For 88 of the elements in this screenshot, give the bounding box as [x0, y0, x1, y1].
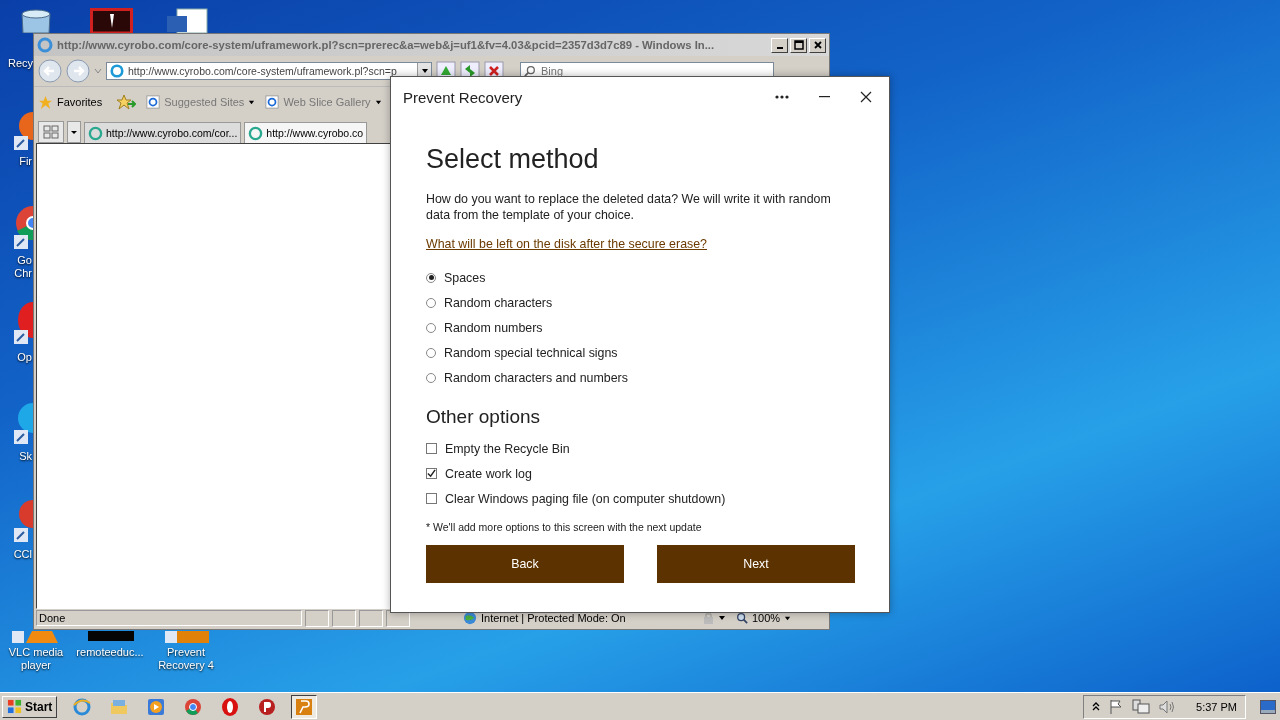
checkbox[interactable] [426, 468, 437, 479]
app-icon[interactable] [90, 8, 133, 33]
minimize-icon[interactable] [819, 96, 830, 98]
maximize-icon [793, 40, 804, 50]
icon-label: Recovery 4 [158, 659, 214, 672]
option-label: Random numbers [444, 320, 543, 335]
forward-button[interactable] [66, 59, 90, 83]
app-icon [146, 696, 167, 717]
app-icon [257, 696, 278, 717]
app-icon[interactable] [14, 498, 33, 544]
minimize-button[interactable] [771, 37, 788, 53]
option-label: Clear Windows paging file (on computer shutdown) [445, 491, 726, 506]
description: How do you want to replace the deleted data? We will write it with random data from the template of your choice. [426, 191, 832, 223]
icon-label: remoteeduc... [76, 646, 144, 659]
app-icon [294, 696, 315, 717]
caret-icon [248, 98, 256, 106]
nav-button[interactable]: Next [657, 545, 855, 583]
browser-tab[interactable]: http://www.cyrobo.com/cor... [84, 122, 242, 143]
option-label: Empty the Recycle Bin [445, 441, 570, 456]
close-button[interactable] [809, 37, 826, 53]
icon-label: Go [17, 254, 32, 267]
ring-icon [110, 64, 124, 78]
app-icon[interactable] [14, 300, 33, 346]
caret-icon [374, 98, 382, 106]
more-icon[interactable] [775, 95, 789, 99]
zoom-button[interactable]: 100% [736, 612, 792, 624]
status-text: Done [36, 610, 302, 626]
trash-icon[interactable] [18, 8, 54, 33]
option-label: Random characters and numbers [444, 370, 628, 385]
app-icon[interactable] [14, 400, 33, 446]
icon-label: VLC media [8, 646, 64, 659]
status-pane [305, 609, 329, 627]
ring-icon [37, 37, 53, 53]
icon-label: Chr [14, 267, 32, 280]
check-icon [427, 469, 436, 478]
add-favorite-icon[interactable] [116, 94, 137, 110]
option-label: Create work log [445, 466, 532, 481]
close-icon[interactable] [860, 91, 872, 103]
address-field[interactable]: http://www.cyrobo.com/core-system/uframework.pl?scn=p [106, 62, 432, 80]
magnifier-icon [736, 612, 748, 624]
star-icon [38, 94, 53, 110]
icon-label: player [21, 659, 51, 672]
minimize-icon [776, 47, 783, 49]
window-title: http://www.cyrobo.com/core-system/uframework.pl?scn=prerec&a=web&j=uf1&fv=4.03&pcid=2357d3d7c89 - Windows In... [57, 39, 716, 51]
show-desktop-icon[interactable] [1260, 699, 1276, 714]
icon-label: CCl [13, 548, 32, 561]
document-icon[interactable] [165, 8, 210, 33]
page-icon [146, 95, 161, 109]
option-label: Random characters [444, 295, 553, 310]
page-icon [265, 95, 280, 109]
ring-icon [248, 125, 264, 141]
window-title: Prevent Recovery [403, 88, 524, 106]
favorites-button[interactable]: Favorites [38, 94, 103, 110]
volume-icon[interactable] [1158, 698, 1177, 715]
ring-icon [88, 125, 103, 141]
option-label: Random special technical signs [444, 345, 618, 360]
footnote: * We'll add more options to this screen with the next update [426, 521, 703, 533]
nav-button[interactable]: Back [426, 545, 624, 583]
status-pane [359, 609, 383, 627]
quick-tabs-icon[interactable] [38, 121, 64, 143]
clock[interactable]: 5:37 PM [1196, 700, 1237, 713]
network-icon[interactable] [1132, 698, 1151, 715]
chevron-icon[interactable] [1092, 701, 1101, 712]
app-icon [220, 696, 241, 717]
app-icon [72, 696, 93, 717]
taskbar-app-button[interactable] [291, 694, 318, 719]
close-icon [812, 40, 823, 50]
icon-label: Sk [19, 450, 32, 463]
heading: Select method [426, 143, 600, 175]
icon-label: Recy [7, 57, 33, 70]
checkbox[interactable] [426, 493, 437, 504]
browser-tab[interactable]: http://www.cyrobo.co [244, 122, 368, 143]
section-heading: Other options [426, 406, 542, 428]
icon-label: Prevent [167, 646, 205, 659]
maximize-button[interactable] [790, 37, 807, 53]
windows-logo-icon [7, 699, 22, 714]
status-pane [332, 609, 356, 627]
icon-label: Op [17, 351, 32, 364]
icon-label: Fir [19, 155, 32, 168]
help-link[interactable]: What will be left on the disk after the secure erase? [426, 237, 707, 251]
start-button[interactable]: Start [2, 695, 58, 718]
back-button[interactable] [38, 59, 62, 83]
tab-list-icon[interactable] [67, 121, 81, 143]
option-label: Spaces [444, 270, 486, 285]
app-icon [183, 696, 204, 717]
checkbox[interactable] [426, 443, 437, 454]
search-icon [524, 65, 536, 77]
app-icon[interactable] [14, 110, 33, 150]
